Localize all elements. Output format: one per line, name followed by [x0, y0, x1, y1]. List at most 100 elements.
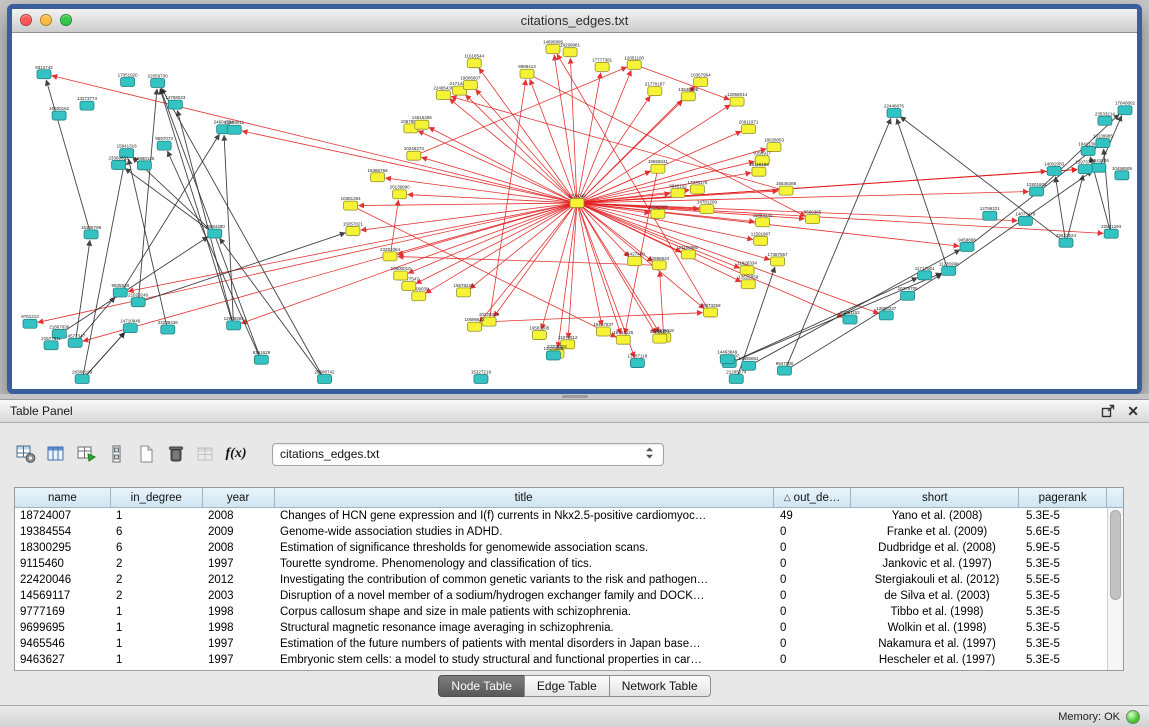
svg-text:11670868: 11670868 [544, 346, 564, 351]
svg-text:12056914: 12056914 [727, 92, 748, 97]
svg-text:16136799: 16136799 [81, 225, 102, 230]
svg-text:11717561: 11717561 [915, 266, 935, 271]
table-row[interactable]: 946362711997Embryonic stem cells: a mode… [15, 652, 1123, 668]
column-header-short[interactable]: short [851, 488, 1019, 508]
cell-title: Disruption of a novel member of a sodium… [275, 588, 775, 604]
network-canvas[interactable]: 1724040192999811777738112051100217701871… [12, 33, 1137, 389]
cell-title: Embryonic stem cells: a model to study s… [275, 652, 775, 668]
table-row[interactable]: 1830029562008Estimation of significance … [15, 540, 1123, 556]
tab-edge-table[interactable]: Edge Table [524, 675, 610, 697]
cell-name: 9463627 [15, 652, 111, 668]
cell-title: Corpus callosum shape and size in male p… [275, 604, 775, 620]
new-file-icon[interactable] [134, 442, 158, 466]
svg-text:13273774: 13273774 [77, 96, 98, 101]
minimize-window-button[interactable] [40, 14, 52, 26]
svg-text:13187118: 13187118 [628, 354, 648, 359]
table-row[interactable]: 977716911998Corpus callosum shape and si… [15, 604, 1123, 620]
svg-text:21549011: 21549011 [224, 120, 244, 125]
cell-pagerank: 5.3E-5 [1021, 588, 1109, 604]
svg-text:11084440: 11084440 [753, 213, 773, 218]
node-table: namein_degreeyeartitle△out_de…shortpager… [14, 487, 1124, 671]
cell-in_degree: 2 [111, 556, 203, 572]
svg-text:9761213: 9761213 [21, 314, 39, 319]
table-settings-icon[interactable] [14, 442, 38, 466]
svg-text:21867036: 21867036 [49, 324, 70, 329]
column-header-out_degree[interactable]: △out_de… [774, 488, 852, 508]
table-row[interactable]: 969969511998Structural magnetic resonanc… [15, 620, 1123, 636]
svg-text:10367964: 10367964 [691, 73, 712, 78]
svg-text:12596634: 12596634 [649, 256, 670, 261]
table-panel-title: Table Panel [10, 404, 73, 418]
column-header-title[interactable]: title [275, 488, 774, 508]
split-drag-handle[interactable] [562, 395, 588, 398]
table-row[interactable]: 911546021997Tourette syndrome. Phenomeno… [15, 556, 1123, 572]
table-row[interactable]: 1456911722003Disruption of a novel membe… [15, 588, 1123, 604]
column-header-name[interactable]: name [15, 488, 111, 508]
float-panel-icon[interactable] [1101, 404, 1115, 418]
function-builder-icon[interactable]: f(x) [224, 442, 248, 466]
svg-text:23533214: 23533214 [1095, 111, 1116, 116]
tab-network-table[interactable]: Network Table [609, 675, 711, 697]
cell-name: 22420046 [15, 572, 111, 588]
cell-name: 9699695 [15, 620, 111, 636]
rows-icon[interactable] [104, 442, 128, 466]
show-columns-icon[interactable] [44, 442, 68, 466]
cell-short: Dudbridge et al. (2008) [853, 540, 1021, 556]
window-titlebar[interactable]: citations_edges.txt [12, 9, 1137, 33]
import-table-icon[interactable] [194, 442, 218, 466]
svg-text:15678229: 15678229 [454, 283, 475, 288]
close-window-button[interactable] [20, 14, 32, 26]
scrollbar-thumb[interactable] [1110, 510, 1121, 600]
cell-pagerank: 5.3E-5 [1021, 508, 1109, 524]
network-view-window: citations_edges.txt 17240401929998117777… [7, 4, 1142, 394]
svg-text:16139985: 16139985 [1093, 134, 1114, 139]
table-scrollbar[interactable] [1107, 508, 1123, 670]
svg-text:15057821: 15057821 [343, 221, 364, 226]
table-row[interactable]: 1872400712008Changes of HCN gene express… [15, 508, 1123, 524]
cell-name: 9777169 [15, 604, 111, 620]
column-header-in_degree[interactable]: in_degree [111, 488, 203, 508]
cell-name: 14569117 [15, 588, 111, 604]
svg-text:19606007: 19606007 [460, 76, 481, 81]
svg-text:14768023: 14768023 [165, 95, 186, 100]
table-row[interactable]: 946554611997Estimation of the future num… [15, 636, 1123, 652]
svg-text:14073179: 14073179 [1015, 211, 1036, 216]
svg-text:20588742: 20588742 [315, 370, 336, 375]
window-title: citations_edges.txt [521, 13, 629, 28]
table-selector-dropdown[interactable]: citations_edges.txt [272, 443, 664, 466]
cell-title: Structural magnetic resonance image aver… [275, 620, 775, 636]
cell-name: 9465546 [15, 636, 111, 652]
svg-text:16764125: 16764125 [613, 330, 634, 335]
edit-table-icon[interactable] [74, 442, 98, 466]
delete-icon[interactable] [164, 442, 188, 466]
cell-in_degree: 1 [111, 620, 203, 636]
cell-out_degree: 0 [775, 556, 853, 572]
network-canvas-area[interactable]: 1724040192999811777738112051100217701871… [12, 33, 1137, 389]
table-body: 1872400712008Changes of HCN gene express… [15, 508, 1123, 670]
svg-text:9168917: 9168917 [753, 151, 771, 156]
svg-text:13646835: 13646835 [678, 87, 699, 92]
cell-out_degree: 0 [775, 652, 853, 668]
zoom-window-button[interactable] [60, 14, 72, 26]
cell-name: 9115460 [15, 556, 111, 572]
table-row[interactable]: 2242004622012Investigating the contribut… [15, 572, 1123, 588]
tab-node-table[interactable]: Node Table [438, 675, 525, 697]
column-header-pagerank[interactable]: pagerank [1019, 488, 1107, 508]
cell-short: Stergiakouli et al. (2012) [853, 572, 1021, 588]
cell-year: 2003 [203, 588, 275, 604]
svg-text:11970512: 11970512 [558, 335, 578, 340]
close-panel-icon[interactable]: ✕ [1127, 404, 1139, 418]
svg-text:14427400: 14427400 [625, 252, 646, 257]
svg-text:14002083: 14002083 [1044, 161, 1065, 166]
table-row[interactable]: 1938455462009Genome-wide association stu… [15, 524, 1123, 540]
svg-text:17777381: 17777381 [592, 57, 613, 62]
cell-pagerank: 5.3E-5 [1021, 636, 1109, 652]
svg-text:19555631: 19555631 [648, 159, 669, 164]
column-header-year[interactable]: year [203, 488, 275, 508]
svg-text:11826334: 11826334 [737, 261, 757, 266]
cell-in_degree: 1 [111, 508, 203, 524]
svg-text:17376179: 17376179 [687, 180, 708, 185]
cell-year: 1997 [203, 556, 275, 572]
status-bar: Memory: OK [0, 705, 1149, 727]
svg-text:21770187: 21770187 [645, 82, 666, 87]
